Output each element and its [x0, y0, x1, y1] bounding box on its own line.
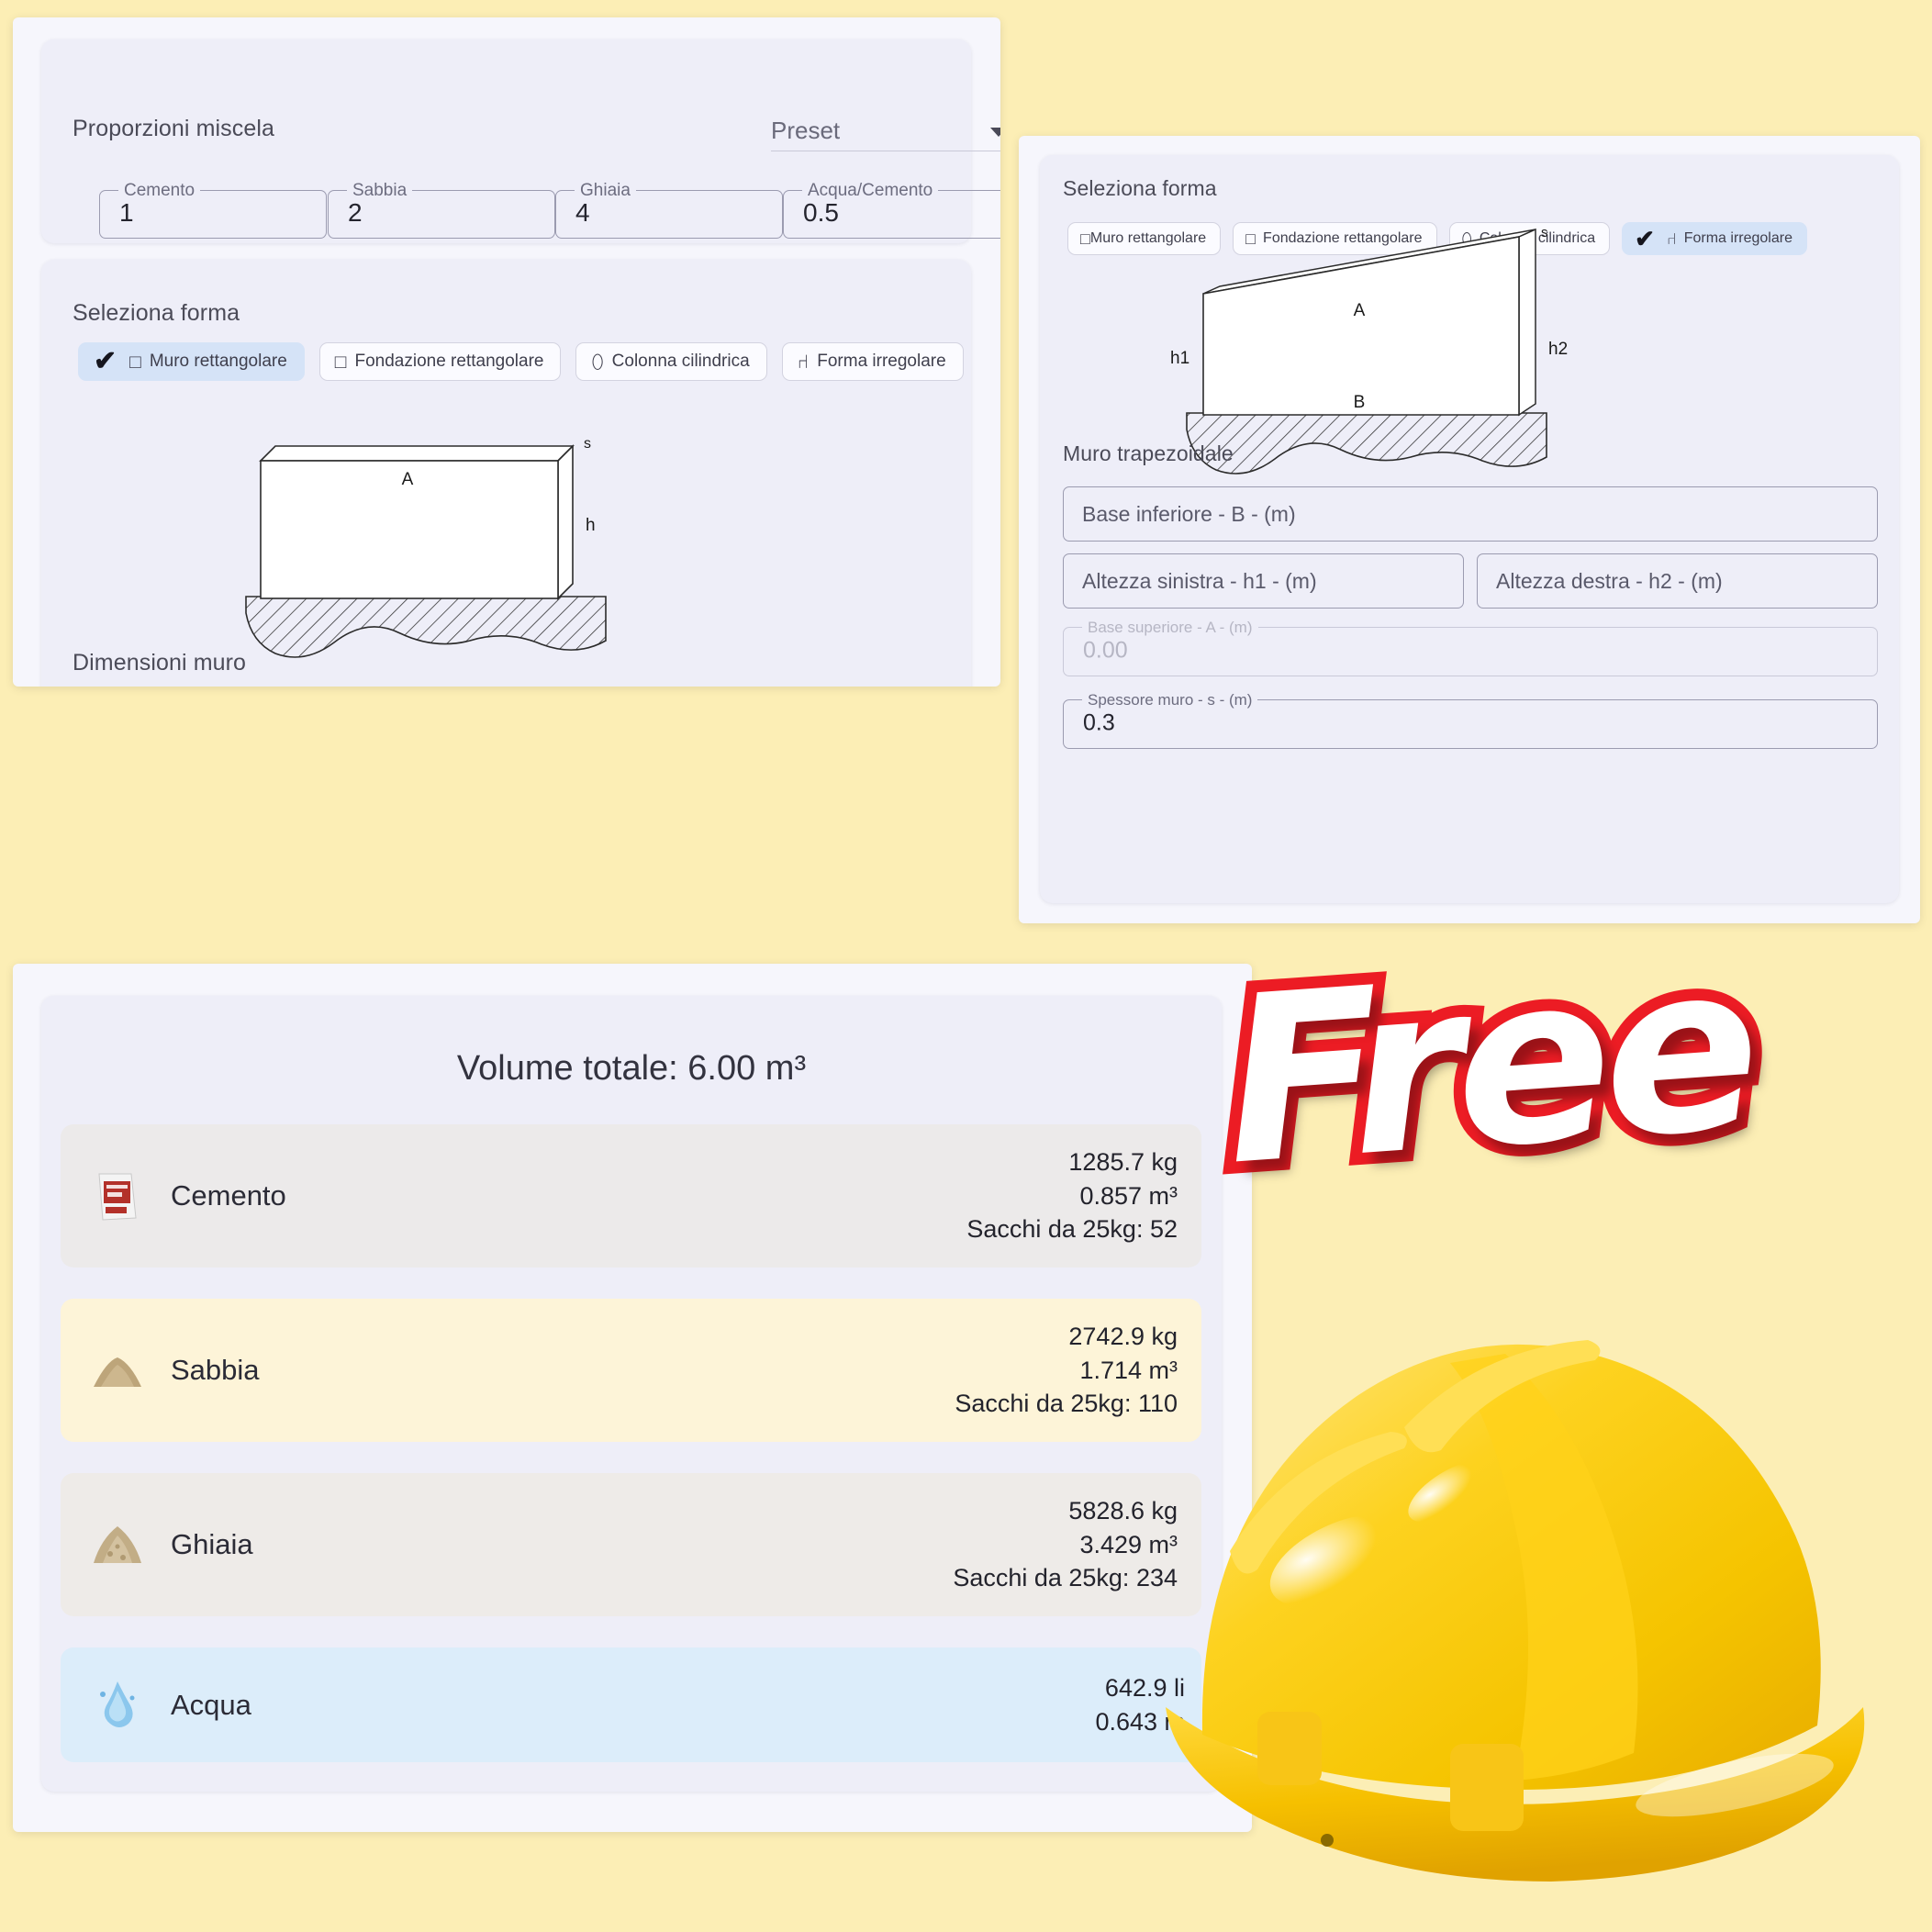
material-weight: 5828.6 kg — [1068, 1496, 1178, 1524]
cement-bag-icon — [88, 1167, 147, 1225]
shape-chip-muro-rettangolare-left[interactable]: ✔ □ Muro rettangolare — [78, 342, 305, 381]
material-values: 1285.7 kg 0.857 m³ Sacchi da 25kg: 52 — [966, 1145, 1178, 1246]
material-row-cemento: Cemento 1285.7 kg 0.857 m³ Sacchi da 25k… — [61, 1124, 1201, 1268]
svg-text:B: B — [1354, 393, 1366, 412]
svg-text:h1: h1 — [1170, 349, 1189, 368]
shape-chip-colonna-cilindrica-left[interactable]: ✔ ⬯ Colonna cilindrica — [575, 342, 767, 381]
altezza-sinistra-input[interactable]: Altezza sinistra - h1 - (m) — [1063, 553, 1464, 609]
preset-select-label: Preset — [771, 117, 841, 144]
ghiaia-field-value: 4 — [575, 198, 590, 228]
shape-section-title-left: Seleziona forma — [73, 300, 240, 326]
chevron-down-icon — [990, 128, 1000, 137]
mix-proportions-card: Proporzioni miscela Preset Cemento 1 Sab… — [41, 39, 1000, 243]
free-badge: Free — [1205, 900, 1773, 1227]
material-values: 5828.6 kg 3.429 m³ Sacchi da 25kg: 234 — [953, 1494, 1178, 1595]
material-row-sabbia: Sabbia 2742.9 kg 1.714 m³ Sacchi da 25kg… — [61, 1299, 1201, 1442]
material-name: Acqua — [171, 1688, 251, 1721]
square-icon: □ — [1080, 229, 1090, 248]
material-bags: Sacchi da 25kg: 110 — [955, 1390, 1178, 1418]
material-name: Ghiaia — [171, 1528, 253, 1560]
acqua-cemento-field-label: Acqua/Cemento — [808, 181, 933, 200]
acqua-cemento-field[interactable]: Acqua/Cemento 0.5 — [783, 182, 1000, 239]
app-screenshot: Proporzioni miscela Preset Cemento 1 Sab… — [0, 0, 1932, 1932]
svg-text:s: s — [1541, 225, 1548, 240]
svg-text:s: s — [584, 436, 591, 452]
sabbia-field-label: Sabbia — [352, 181, 408, 200]
trapezoid-section-title: Muro trapezoidale — [1063, 441, 1234, 465]
shape-chip-label: Muro rettangolare — [149, 352, 287, 371]
material-bags: Sacchi da 25kg: 234 — [953, 1564, 1178, 1592]
svg-text:h2: h2 — [1548, 340, 1568, 359]
shape-chip-group-left: ✔ □ Muro rettangolare ✔ □ Fondazione ret… — [78, 342, 964, 381]
shape-chip-label: Colonna cilindrica — [611, 352, 750, 371]
material-bags: Sacchi da 25kg: 52 — [966, 1215, 1178, 1244]
base-superiore-label: Base superiore - A - (m) — [1088, 619, 1253, 636]
shape-selection-card-left: Seleziona forma ✔ □ Muro rettangolare ✔ … — [41, 260, 971, 687]
base-superiore-value: 0.00 — [1083, 637, 1128, 664]
ghiaia-field-label: Ghiaia — [580, 181, 631, 200]
check-icon: ✔ — [94, 346, 117, 376]
square-icon: □ — [334, 351, 347, 373]
shape-chip-label: Fondazione rettangolare — [354, 352, 544, 371]
trapezoidal-wall-diagram: A B h1 h2 s — [1170, 225, 1568, 475]
shape-chip-forma-irregolare-left[interactable]: ✔ ⑁ Forma irregolare — [781, 342, 964, 381]
cemento-field-value: 1 — [119, 198, 134, 228]
spessore-muro-label: Spessore muro - s - (m) — [1088, 691, 1253, 709]
sabbia-field[interactable]: Sabbia 2 — [328, 182, 555, 239]
base-superiore-field: Base superiore - A - (m) 0.00 — [1063, 620, 1878, 676]
spessore-muro-field[interactable]: Spessore muro - s - (m) 0.3 — [1063, 692, 1878, 749]
hard-hat-icon — [1166, 1340, 1865, 1882]
altezza-destra-placeholder: Altezza destra - h2 - (m) — [1496, 568, 1723, 593]
preset-select[interactable]: Preset — [771, 113, 1000, 151]
total-volume-title: Volume totale: 6.00 m³ — [456, 1049, 807, 1088]
acqua-cemento-field-value: 0.5 — [803, 198, 839, 228]
water-splash-icon — [88, 1676, 147, 1735]
right-screen-panel: Seleziona forma ✔ □ Muro rettangolare ✔ … — [1019, 136, 1920, 923]
svg-text:h: h — [586, 516, 596, 535]
dimensions-title-left: Dimensioni muro — [73, 650, 247, 676]
shape-chip-fondazione-rettangolare-left[interactable]: ✔ □ Fondazione rettangolare — [318, 342, 562, 381]
shape-section-title-right: Seleziona forma — [1063, 176, 1217, 200]
shape-selection-card-right: Seleziona forma ✔ □ Muro rettangolare ✔ … — [1040, 155, 1899, 903]
mix-proportions-title: Proporzioni miscela — [73, 116, 275, 141]
base-inferiore-placeholder: Base inferiore - B - (m) — [1082, 501, 1296, 526]
results-screen-panel: Volume totale: 6.00 m³ Cemento 1285.7 kg… — [13, 964, 1252, 1832]
material-volume: 1.714 m³ — [1079, 1356, 1178, 1384]
left-screen-panel: Proporzioni miscela Preset Cemento 1 Sab… — [13, 17, 1000, 687]
ghiaia-field[interactable]: Ghiaia 4 — [555, 182, 783, 239]
svg-text:A: A — [402, 470, 414, 489]
altezza-destra-input[interactable]: Altezza destra - h2 - (m) — [1477, 553, 1878, 609]
sand-pile-icon — [88, 1341, 147, 1400]
material-volume: 0.857 m³ — [1079, 1181, 1178, 1210]
svg-text:A: A — [1354, 301, 1366, 320]
compass-icon: ⑁ — [797, 351, 810, 373]
material-values: 2742.9 kg 1.714 m³ Sacchi da 25kg: 110 — [955, 1320, 1178, 1421]
cemento-field[interactable]: Cemento 1 — [99, 182, 327, 239]
material-weight: 1285.7 kg — [1068, 1147, 1178, 1176]
altezza-sinistra-placeholder: Altezza sinistra - h1 - (m) — [1082, 568, 1317, 593]
sabbia-field-value: 2 — [348, 198, 363, 228]
material-weight: 2742.9 kg — [1068, 1322, 1178, 1350]
spessore-muro-value: 0.3 — [1083, 709, 1115, 736]
shape-chip-label: Forma irregolare — [817, 352, 946, 371]
material-name: Sabbia — [171, 1354, 260, 1386]
material-row-ghiaia: Ghiaia 5828.6 kg 3.429 m³ Sacchi da 25kg… — [61, 1473, 1201, 1616]
material-volume: 3.429 m³ — [1079, 1530, 1178, 1558]
gravel-pile-icon — [88, 1515, 147, 1574]
material-name: Cemento — [171, 1179, 286, 1212]
square-icon: □ — [129, 351, 141, 373]
circle-icon: ⬯ — [591, 351, 604, 373]
base-inferiore-input[interactable]: Base inferiore - B - (m) — [1063, 486, 1878, 542]
results-card: Volume totale: 6.00 m³ Cemento 1285.7 kg… — [41, 996, 1222, 1792]
cemento-field-label: Cemento — [124, 181, 195, 200]
material-row-acqua: Acqua 642.9 li 0.643 m — [61, 1647, 1201, 1762]
rectangular-wall-diagram: A s h — [245, 436, 607, 658]
